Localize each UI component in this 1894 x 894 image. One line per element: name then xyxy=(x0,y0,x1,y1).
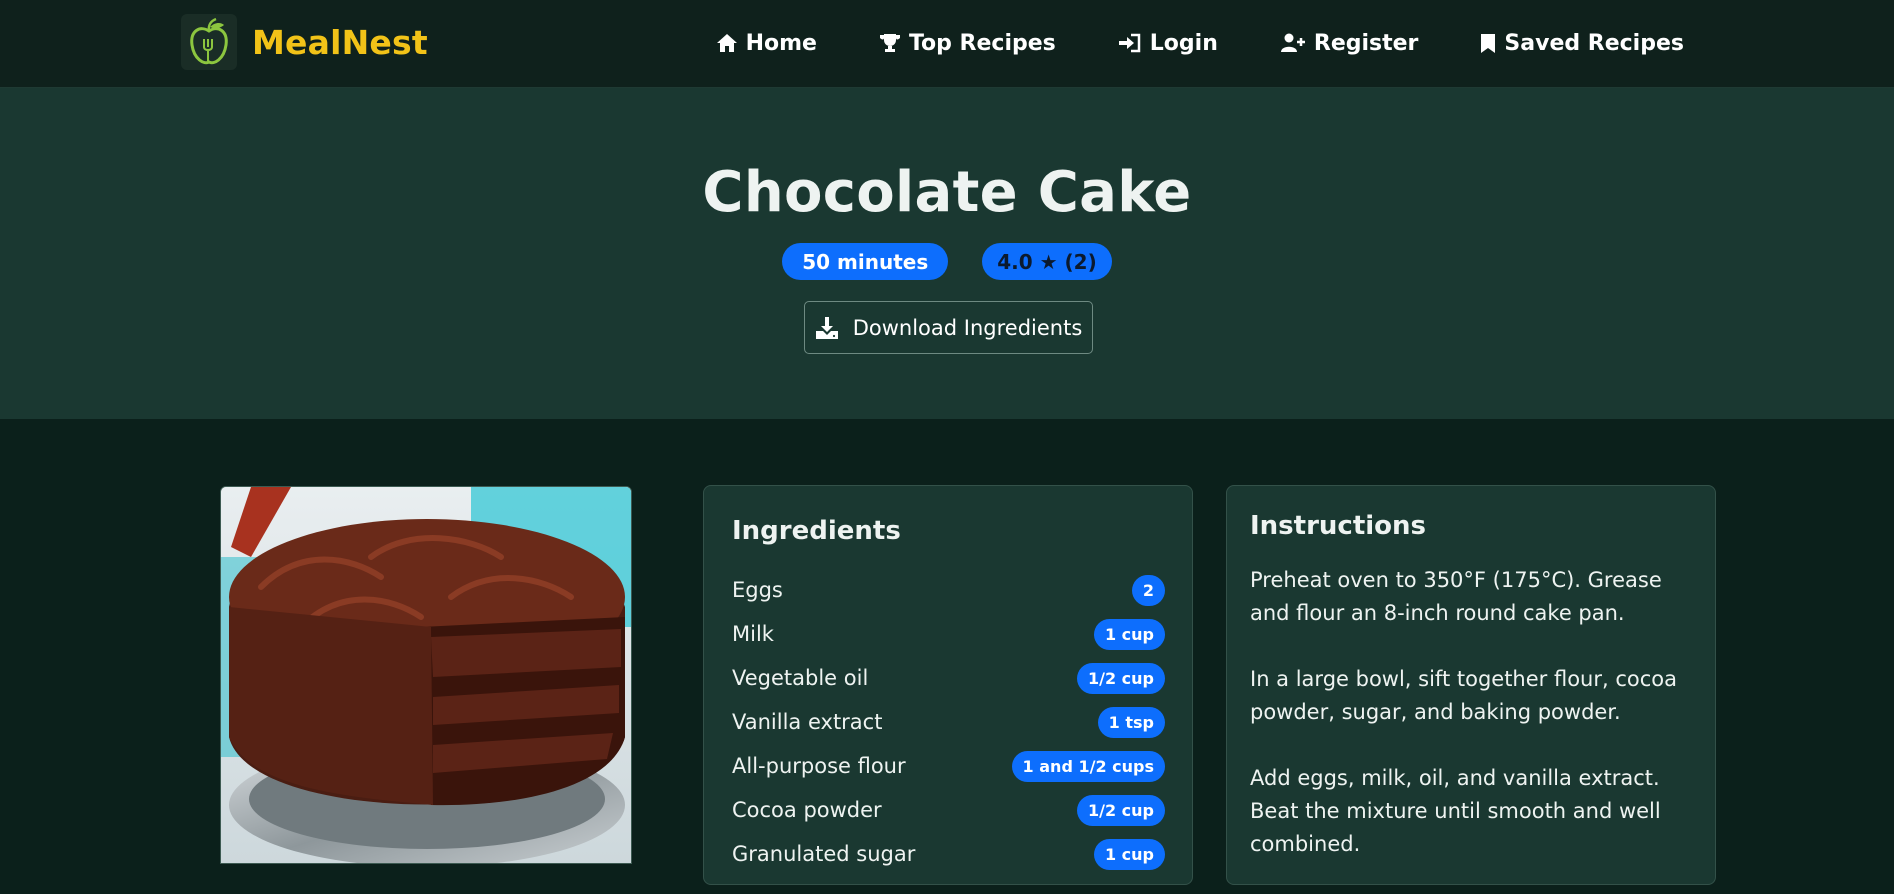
instruction-step: Preheat oven to 350°F (175°C). Grease an… xyxy=(1250,568,1662,625)
instructions-steps: Preheat oven to 350°F (175°C). Grease an… xyxy=(1250,564,1700,894)
instructions-heading: Instructions xyxy=(1250,511,1427,541)
nav-saved-recipes[interactable]: Saved Recipes xyxy=(1480,31,1684,56)
ingredients-card: Ingredients Eggs 2 Milk 1 cup Vegetable … xyxy=(703,485,1193,885)
nav-register-label: Register xyxy=(1313,30,1419,56)
main-nav: Home Top Recipes Login Register Saved Re… xyxy=(654,0,1684,86)
ingredient-quantity-badge: 2 xyxy=(1131,574,1165,606)
instruction-step: In a large bowl, sift together flour, co… xyxy=(1250,667,1677,724)
ingredient-name: Vanilla extract xyxy=(732,710,883,734)
nav-home-label: Home xyxy=(745,30,817,56)
ingredient-quantity-badge: 1 cup xyxy=(1093,838,1165,870)
ingredient-quantity-badge: 1/2 cup xyxy=(1076,794,1165,826)
recipe-image xyxy=(220,486,632,864)
ingredient-row: Eggs 2 xyxy=(732,568,1165,612)
recipe-title: Chocolate Cake xyxy=(702,160,1192,225)
ingredient-row: Cocoa powder 1/2 cup xyxy=(732,788,1165,832)
ingredient-quantity-badge: 1 cup xyxy=(1093,618,1165,650)
ingredients-list: Eggs 2 Milk 1 cup Vegetable oil 1/2 cup … xyxy=(732,568,1165,876)
rating-badge: 4.0 ★ (2) xyxy=(982,243,1112,280)
ingredient-name: Granulated sugar xyxy=(732,842,916,866)
brand-name: MealNest xyxy=(252,22,428,62)
ingredient-name: Cocoa powder xyxy=(732,798,882,822)
nav-saved-recipes-label: Saved Recipes xyxy=(1504,30,1684,56)
instructions-card: Instructions Preheat oven to 350°F (175°… xyxy=(1226,485,1716,885)
ingredient-quantity-badge: 1 tsp xyxy=(1097,706,1165,738)
home-icon xyxy=(716,33,738,53)
ingredient-row: Milk 1 cup xyxy=(732,612,1165,656)
time-badge: 50 minutes xyxy=(782,243,949,280)
sign-in-icon xyxy=(1118,33,1142,53)
ingredient-name: Vegetable oil xyxy=(732,666,869,690)
nav-top-recipes-label: Top Recipes xyxy=(908,30,1056,56)
download-ingredients-button[interactable]: Download Ingredients xyxy=(804,301,1093,354)
ingredient-row: Granulated sugar 1 cup xyxy=(732,832,1165,876)
instruction-step: Add eggs, milk, oil, and vanilla extract… xyxy=(1250,766,1661,856)
recipe-badges: 50 minutes 4.0 ★ (2) xyxy=(0,243,1894,280)
trophy-icon xyxy=(879,33,901,53)
user-plus-icon xyxy=(1280,33,1306,53)
ingredient-name: All-purpose flour xyxy=(732,754,906,778)
ingredient-name: Eggs xyxy=(732,578,783,602)
nav-login-label: Login xyxy=(1149,30,1218,56)
nav-home[interactable]: Home xyxy=(716,31,817,56)
nav-register[interactable]: Register xyxy=(1280,30,1419,56)
bookmark-icon xyxy=(1480,33,1496,54)
recipe-hero: Chocolate Cake 50 minutes 4.0 ★ (2) Down… xyxy=(0,88,1894,419)
ingredient-name: Milk xyxy=(732,622,774,646)
ingredient-row: All-purpose flour 1 and 1/2 cups xyxy=(732,744,1165,788)
ingredient-quantity-badge: 1/2 cup xyxy=(1076,662,1165,694)
ingredients-heading: Ingredients xyxy=(732,516,901,546)
nav-login[interactable]: Login xyxy=(1118,31,1218,56)
ingredient-row: Vanilla extract 1 tsp xyxy=(732,700,1165,744)
ingredient-row: Vegetable oil 1/2 cup xyxy=(732,656,1165,700)
brand-link[interactable]: MealNest xyxy=(181,14,428,70)
nav-top-recipes[interactable]: Top Recipes xyxy=(879,31,1056,56)
navbar: MealNest Home Top Recipes Login Register xyxy=(0,0,1894,88)
download-ingredients-label: Download Ingredients xyxy=(852,315,1083,340)
ingredient-quantity-badge: 1 and 1/2 cups xyxy=(1011,750,1165,782)
download-icon xyxy=(815,316,839,340)
apple-fork-icon xyxy=(181,14,237,70)
